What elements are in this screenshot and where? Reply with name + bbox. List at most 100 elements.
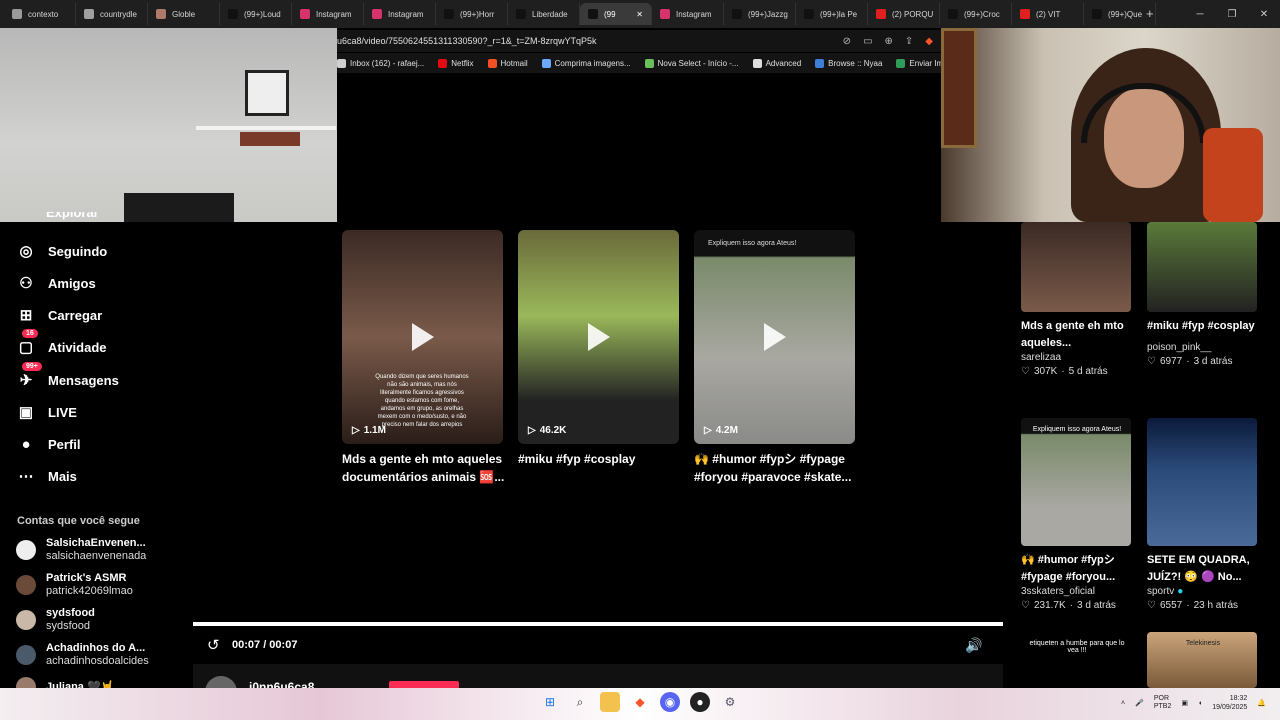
recommended-thumbnail[interactable]: Expliquem isso agora Ateus!: [1021, 418, 1131, 546]
tab-favicon-icon: [84, 9, 94, 19]
followed-account[interactable]: SalsichaEnvenen... salsichaenvenenada: [16, 537, 146, 563]
recommended-meta: ♡ 307K · 5 d atrás: [1021, 366, 1108, 377]
notification-icon[interactable]: 🔔: [1257, 699, 1266, 707]
mic-icon[interactable]: 🎤: [1135, 699, 1144, 707]
sidebar-item-seguindo[interactable]: ◎ Seguindo: [16, 240, 107, 262]
clock[interactable]: 18:32 19/09/2025: [1212, 694, 1247, 712]
bookmark-item[interactable]: Inbox (162) - rafaej...: [337, 58, 424, 68]
new-tab-button[interactable]: +: [1146, 6, 1154, 21]
sidebar-item-carregar[interactable]: ⊞ Carregar: [16, 304, 103, 326]
browser-tab[interactable]: contexto: [4, 3, 76, 25]
tray-overflow-icon[interactable]: ˄: [1121, 700, 1125, 707]
speaker-icon[interactable]: ◖: [1198, 700, 1202, 707]
followed-account[interactable]: Patrick's ASMR patrick42069lmao: [16, 572, 133, 598]
play-icon[interactable]: [411, 323, 434, 351]
sidebar-item-amigos[interactable]: ⚇ Amigos: [16, 272, 95, 294]
bookmark-item[interactable]: Nova Select - Início -...: [644, 58, 739, 68]
video-card[interactable]: ▷ 46.2K: [518, 230, 679, 444]
browser-tab[interactable]: (99+)Horr: [436, 3, 508, 25]
browser-tab[interactable]: (99+)Jazzg: [724, 3, 796, 25]
recommended-user[interactable]: sportv ●: [1147, 586, 1183, 597]
cast-icon[interactable]: ▭: [863, 36, 872, 47]
bookmark-item[interactable]: Comprima imagens...: [541, 58, 631, 68]
sidebar-item-explorar[interactable]: Explorar: [46, 212, 99, 222]
video-card[interactable]: Expliquem isso agora Ateus! ▷ 4.2M: [694, 230, 855, 444]
browser-tab[interactable]: (99+)Loud: [220, 3, 292, 25]
url-text[interactable]: u6ca8/video/7550624551311330590?_r=1&_t=…: [337, 36, 597, 46]
volume-icon[interactable]: 🔊: [965, 637, 982, 654]
play-icon[interactable]: [763, 323, 786, 351]
webcam-streamer-feed: [941, 28, 1280, 222]
browser-tab[interactable]: Instagram: [652, 3, 724, 25]
recommended-thumbnail[interactable]: [1021, 222, 1131, 312]
browser-tab[interactable]: Instagram: [292, 3, 364, 25]
tab-close-icon[interactable]: ✕: [636, 10, 643, 19]
recommended-title[interactable]: #miku #fyp #cosplay: [1147, 318, 1265, 335]
settings-icon[interactable]: ⚙: [720, 692, 740, 712]
video-card[interactable]: Quando dizem que seres humanos não são a…: [342, 230, 503, 444]
video-caption[interactable]: 🙌 #humor #fypシ #fypage #foryou #paravoce…: [694, 450, 859, 486]
windows-start-icon[interactable]: ⊞: [540, 692, 560, 712]
recommended-thumbnail[interactable]: etiqueten a humbe para que lo vea !!!: [1021, 632, 1131, 688]
browser-tab[interactable]: countrydle: [76, 3, 148, 25]
brave-browser-icon[interactable]: ◆: [630, 692, 650, 712]
bookmark-item[interactable]: Browse :: Nyaa: [815, 58, 882, 68]
sidebar-item-mensagens[interactable]: ✈ 99+ Mensagens: [16, 362, 119, 391]
browser-tab[interactable]: (99+)la Pe: [796, 3, 868, 25]
recommended-title[interactable]: SETE EM QUADRA, JUÍZ?! 😳 🟣 No...: [1147, 552, 1265, 586]
browser-tab[interactable]: (99+)Croc: [940, 3, 1012, 25]
bookmark-favicon-icon: [644, 58, 654, 68]
sidebar-item-mais[interactable]: ⋯ Mais: [16, 465, 77, 487]
zoom-icon[interactable]: ⊕: [885, 36, 893, 47]
followed-account[interactable]: Achadinhos do A... achadinhosdoalcides: [16, 642, 149, 668]
browser-tab[interactable]: Globle: [148, 3, 220, 25]
bookmark-item[interactable]: Advanced: [752, 58, 801, 68]
browser-tab[interactable]: Instagram: [364, 3, 436, 25]
recommended-thumbnail[interactable]: Telekinesis: [1147, 632, 1257, 688]
bookmark-item[interactable]: Enviar Imagem p: [896, 58, 941, 68]
recommended-thumbnail[interactable]: [1147, 418, 1257, 546]
window-controls: ─ ❐ ✕: [1184, 0, 1280, 28]
sidebar-item-perfil[interactable]: ● Perfil: [16, 433, 80, 455]
share-icon[interactable]: ⇪: [905, 36, 913, 47]
bookmark-item[interactable]: Hotmail: [487, 58, 528, 68]
brave-shield-icon[interactable]: ◆: [925, 36, 933, 47]
address-bar[interactable]: u6ca8/video/7550624551311330590?_r=1&_t=…: [337, 30, 941, 52]
followed-account[interactable]: sydsfood sydsfood: [16, 607, 95, 633]
discord-icon[interactable]: ◉: [660, 692, 680, 712]
bookmarks-bar: Inbox (162) - rafaej... Netflix Hotmail Com…: [337, 53, 941, 73]
close-window-button[interactable]: ✕: [1248, 0, 1280, 28]
restore-button[interactable]: ❐: [1216, 0, 1248, 28]
language-indicator[interactable]: POR PTB2: [1154, 695, 1172, 711]
account-text: SalsichaEnvenen... salsichaenvenenada: [46, 537, 146, 563]
tab-favicon-icon: [804, 9, 814, 19]
bookmark-item[interactable]: Netflix: [438, 58, 474, 68]
sidebar-item-atividade[interactable]: ▢ 16 Atividade: [16, 329, 107, 358]
keyboard-layout: PTB2: [1153, 703, 1172, 710]
recommended-user[interactable]: 3sskaters_oficial: [1021, 586, 1095, 597]
sidebar-item-live[interactable]: ▣ LIVE: [16, 401, 77, 423]
obs-icon[interactable]: ●: [690, 692, 710, 712]
minimize-button[interactable]: ─: [1184, 0, 1216, 28]
reader-icon[interactable]: ⊘: [843, 36, 851, 47]
network-icon[interactable]: ▣: [1181, 699, 1188, 707]
search-icon[interactable]: ⌕: [570, 692, 590, 712]
progress-track[interactable]: [193, 622, 1003, 626]
video-caption[interactable]: #miku #fyp #cosplay: [518, 450, 683, 468]
recommended-title[interactable]: 🙌 #humor #fypシ #fypage #foryou...: [1021, 552, 1139, 586]
system-tray: ˄ 🎤 POR PTB2 ▣ ◖ 18:32 19/09/2025 🔔: [1121, 694, 1266, 712]
file-explorer-icon[interactable]: [600, 692, 620, 712]
browser-tab[interactable]: (2) VIT: [1012, 3, 1084, 25]
browser-tab[interactable]: (2) PORQU: [868, 3, 940, 25]
browser-tab[interactable]: (99 ✕: [580, 3, 652, 25]
recommended-thumbnail[interactable]: [1147, 222, 1257, 312]
recommended-user[interactable]: sarelizaa: [1021, 352, 1061, 363]
browser-tab[interactable]: Liberdade: [508, 3, 580, 25]
taskbar-apps: ⊞ ⌕ ◆ ◉ ● ⚙: [540, 692, 740, 712]
video-caption[interactable]: Mds a gente eh mto aqueles documentários…: [342, 450, 507, 486]
recommended-title[interactable]: Mds a gente eh mto aqueles...: [1021, 318, 1139, 352]
recommended-user[interactable]: poison_pink__: [1147, 342, 1212, 353]
more-icon: ⋯: [18, 468, 34, 485]
play-icon[interactable]: [587, 323, 610, 351]
replay-icon[interactable]: ↺: [207, 636, 220, 654]
